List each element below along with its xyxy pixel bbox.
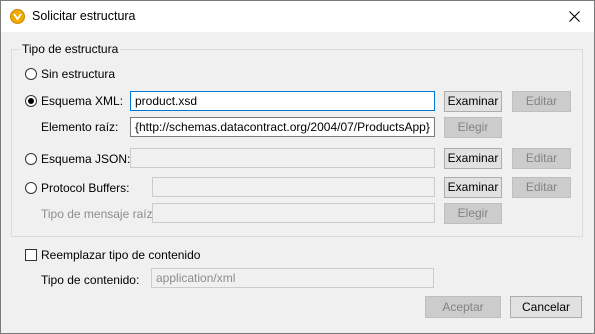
xml-schema-radio[interactable] bbox=[25, 95, 37, 107]
json-schema-radio[interactable] bbox=[25, 153, 37, 165]
xml-schema-label[interactable]: Esquema XML: bbox=[41, 94, 123, 108]
protobuf-input[interactable] bbox=[152, 177, 435, 197]
title-bar: Solicitar estructura bbox=[1, 1, 594, 32]
content-type-input[interactable]: application/xml bbox=[151, 268, 434, 288]
root-message-choose-button[interactable]: Elegir bbox=[444, 203, 502, 224]
protobuf-edit-button[interactable]: Editar bbox=[512, 177, 571, 198]
close-icon bbox=[568, 11, 580, 22]
app-icon bbox=[10, 9, 25, 24]
json-schema-input[interactable] bbox=[130, 148, 435, 168]
dialog-body: Tipo de estructura Sin estructura Esquem… bbox=[1, 32, 594, 333]
root-element-choose-button[interactable]: Elegir bbox=[444, 117, 502, 138]
content-type-label: Tipo de contenido: bbox=[41, 273, 140, 287]
root-element-input[interactable]: {http://schemas.datacontract.org/2004/07… bbox=[130, 117, 435, 137]
no-structure-radio[interactable] bbox=[25, 68, 37, 80]
json-browse-button[interactable]: Examinar bbox=[444, 148, 502, 169]
cancel-button[interactable]: Cancelar bbox=[510, 296, 582, 318]
json-edit-button[interactable]: Editar bbox=[512, 148, 571, 169]
protobuf-label[interactable]: Protocol Buffers: bbox=[41, 181, 130, 195]
root-message-input[interactable] bbox=[152, 203, 435, 223]
dialog-window: Solicitar estructura Tipo de estructura … bbox=[0, 0, 595, 334]
group-legend: Tipo de estructura bbox=[20, 42, 121, 56]
close-button[interactable] bbox=[554, 1, 594, 32]
protobuf-browse-button[interactable]: Examinar bbox=[444, 177, 502, 198]
xml-edit-button[interactable]: Editar bbox=[512, 91, 571, 112]
protobuf-radio[interactable] bbox=[25, 182, 37, 194]
override-content-type-checkbox[interactable] bbox=[25, 249, 37, 261]
root-message-label: Tipo de mensaje raíz: bbox=[41, 207, 156, 221]
no-structure-label[interactable]: Sin estructura bbox=[41, 67, 115, 81]
xml-browse-button[interactable]: Examinar bbox=[444, 91, 502, 112]
xml-schema-input[interactable]: product.xsd bbox=[130, 91, 435, 111]
json-schema-label[interactable]: Esquema JSON: bbox=[41, 152, 130, 166]
root-element-label: Elemento raíz: bbox=[41, 120, 119, 134]
window-title: Solicitar estructura bbox=[32, 9, 136, 23]
override-content-type-label[interactable]: Reemplazar tipo de contenido bbox=[41, 248, 200, 262]
accept-button[interactable]: Aceptar bbox=[425, 296, 501, 318]
